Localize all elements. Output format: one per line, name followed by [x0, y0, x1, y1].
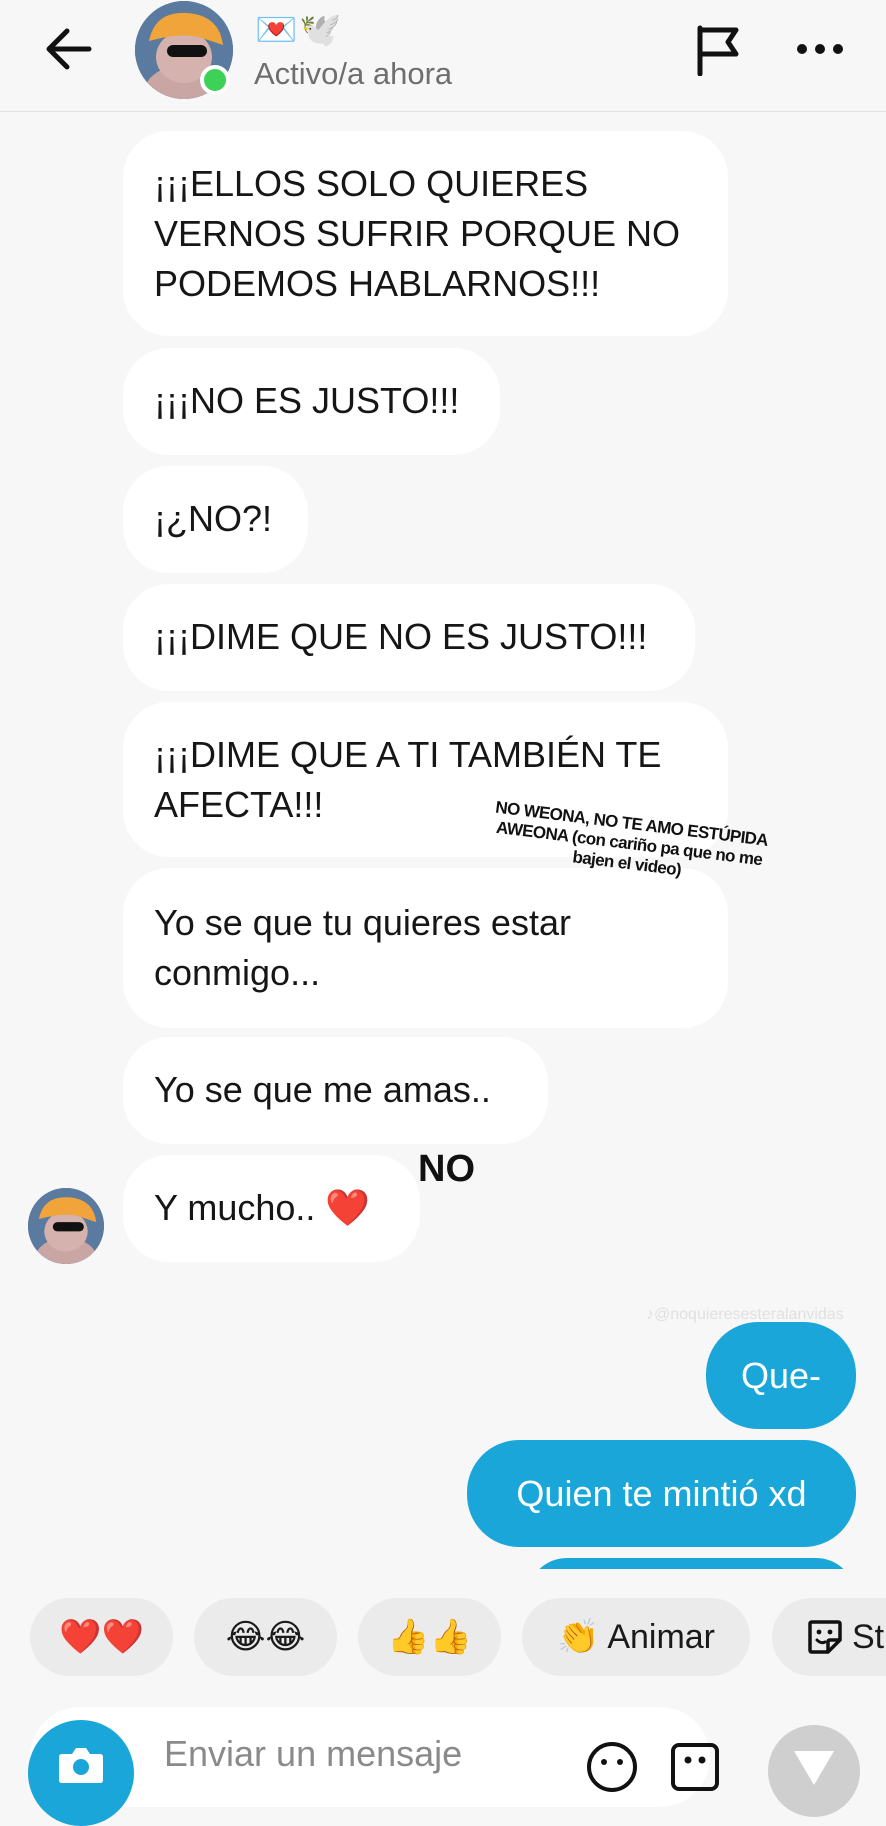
flag-icon: [697, 25, 739, 76]
messages-clip: [0, 1569, 886, 1599]
online-indicator: [200, 65, 230, 95]
received-message[interactable]: Yo se que tu quieres estar conmigo...: [123, 868, 728, 1028]
received-message[interactable]: ¡¡¡ELLOS SOLO QUIERES VERNOS SUFRIR PORQ…: [123, 131, 728, 336]
chip-label: ❤️❤️: [59, 1618, 144, 1656]
name-emoji: 💌: [255, 11, 298, 49]
chip-label: Animar: [607, 1617, 716, 1656]
back-button[interactable]: [36, 22, 100, 76]
camera-icon: [59, 1748, 103, 1783]
received-message[interactable]: Y mucho.. ❤️: [123, 1155, 420, 1262]
chip-label: St: [852, 1617, 885, 1656]
received-message[interactable]: ¡¡¡NO ES JUSTO!!!: [123, 348, 500, 455]
sticker-icon: [808, 1620, 842, 1654]
report-button[interactable]: [690, 20, 746, 80]
message-input[interactable]: [164, 1734, 564, 1774]
message-line: VERNOS SUFRIR PORQUE NO: [154, 213, 681, 254]
sent-message[interactable]: Quien te mintió xd: [467, 1440, 856, 1547]
message-line: Yo se que me amas..: [154, 1069, 491, 1110]
quick-reaction-thumbs[interactable]: 👍👍: [358, 1598, 501, 1676]
quick-reaction-stickers[interactable]: St: [772, 1598, 886, 1676]
camera-button[interactable]: [28, 1720, 134, 1826]
chip-label: 😂😂: [225, 1618, 306, 1656]
send-button[interactable]: [768, 1725, 860, 1817]
message-line: ¡¡¡DIME QUE NO ES JUSTO!!!: [154, 616, 648, 657]
more-horizontal-icon: [797, 44, 843, 54]
quick-reactions-bar: ❤️❤️ 😂😂 👍👍 👏 Animar St: [0, 1598, 886, 1678]
message-line: PODEMOS HABLARNOS!!!: [154, 263, 601, 304]
sticker-button[interactable]: [668, 1740, 722, 1794]
quick-reaction-animar[interactable]: 👏 Animar: [522, 1598, 750, 1676]
sender-avatar[interactable]: [28, 1188, 104, 1264]
send-icon: [794, 1751, 834, 1785]
received-message[interactable]: ¡¡¡DIME QUE NO ES JUSTO!!!: [123, 584, 695, 691]
message-line: conmigo...: [154, 952, 321, 993]
more-options-button[interactable]: [790, 26, 850, 72]
watermark: ♪@noquieresesteralanvidas: [646, 1306, 844, 1323]
active-status: Activo/a ahora: [254, 56, 453, 91]
emoji-icon: [587, 1742, 637, 1792]
message-line: ¡¡¡NO ES JUSTO!!!: [154, 380, 460, 421]
message-text: Quien te mintió xd: [516, 1472, 807, 1514]
name-emoji: 🕊️: [299, 11, 342, 49]
sent-message[interactable]: Que-: [706, 1322, 856, 1429]
arrow-left-icon: [46, 28, 92, 70]
received-message[interactable]: Yo se que me amas..: [123, 1037, 548, 1144]
message-line: ¡¿NO?!: [154, 498, 273, 539]
quick-reaction-hearts[interactable]: ❤️❤️: [30, 1598, 173, 1676]
overlay-no-text: NO: [418, 1148, 475, 1190]
received-message[interactable]: ¡¿NO?!: [123, 466, 308, 573]
sticker-icon: [671, 1743, 719, 1791]
contact-name[interactable]: 💌 🕊️: [255, 10, 342, 50]
message-line: Yo se que tu quieres estar: [154, 902, 571, 943]
message-line: Y mucho.. ❤️: [154, 1187, 371, 1228]
message-line: ¡¡¡ELLOS SOLO QUIERES: [154, 163, 589, 204]
chat-header: 💌 🕊️ Activo/a ahora: [0, 0, 886, 112]
message-line: ¡¡¡DIME QUE A TI TAMBIÉN TE: [154, 734, 662, 775]
chip-label: 👍👍: [387, 1618, 472, 1656]
contact-avatar[interactable]: [135, 1, 233, 99]
quick-reaction-laugh[interactable]: 😂😂: [194, 1598, 337, 1676]
emoji-button[interactable]: [585, 1740, 639, 1794]
message-text: Que-: [740, 1354, 822, 1396]
clap-icon: 👏: [556, 1618, 600, 1656]
